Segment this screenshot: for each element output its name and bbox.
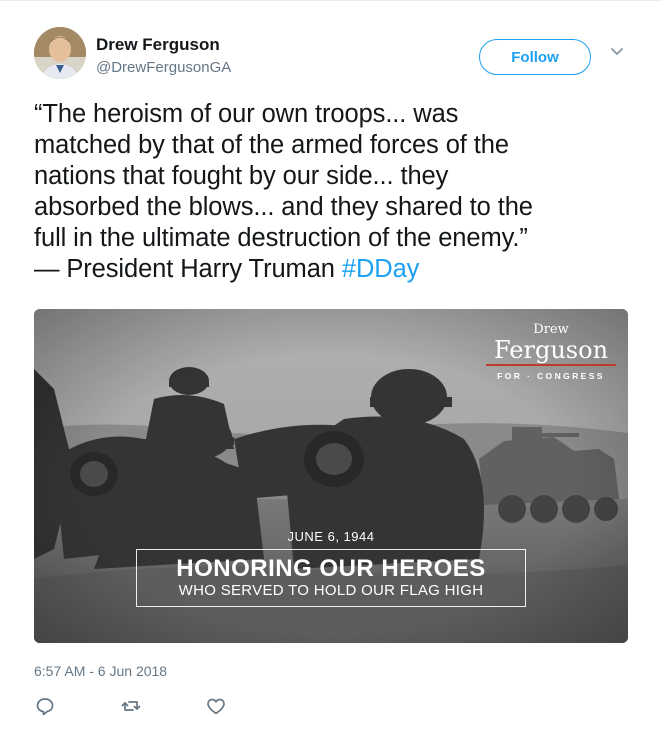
display-name[interactable]: Drew Ferguson bbox=[96, 35, 220, 55]
reply-icon[interactable] bbox=[34, 695, 56, 717]
tweet-text: “The heroism of our own troops... was ma… bbox=[34, 99, 634, 285]
logo-first-name: Drew bbox=[533, 322, 569, 337]
chevron-down-icon[interactable] bbox=[608, 43, 626, 61]
hashtag-link[interactable]: #DDay bbox=[342, 255, 420, 283]
tweet-media-image[interactable]: Drew Ferguson FOR · CONGRESS JUNE 6, 194… bbox=[34, 309, 628, 643]
logo-subtitle: FOR · CONGRESS bbox=[497, 371, 605, 381]
tweet-card: Drew Ferguson @DrewFergusonGA Follow “Th… bbox=[0, 0, 662, 737]
logo-last-name: Ferguson bbox=[486, 337, 616, 366]
heart-icon[interactable] bbox=[205, 695, 227, 717]
user-avatar[interactable] bbox=[34, 27, 86, 79]
media-caption-box: HONORING OUR HEROES WHO SERVED TO HOLD O… bbox=[136, 549, 526, 607]
user-handle[interactable]: @DrewFergusonGA bbox=[96, 59, 231, 76]
media-date: JUNE 6, 1944 bbox=[287, 529, 375, 544]
campaign-logo: Drew Ferguson FOR · CONGRESS bbox=[486, 323, 616, 381]
avatar-photo bbox=[34, 27, 86, 79]
tweet-body: “The heroism of our own troops... was ma… bbox=[34, 100, 533, 283]
media-subline: WHO SERVED TO HOLD OUR FLAG HIGH bbox=[178, 582, 484, 599]
media-headline: HONORING OUR HEROES bbox=[176, 555, 486, 582]
tweet-timestamp[interactable]: 6:57 AM - 6 Jun 2018 bbox=[34, 663, 167, 679]
tweet-actions bbox=[34, 695, 334, 719]
retweet-icon[interactable] bbox=[120, 695, 142, 717]
follow-button[interactable]: Follow bbox=[479, 39, 591, 75]
